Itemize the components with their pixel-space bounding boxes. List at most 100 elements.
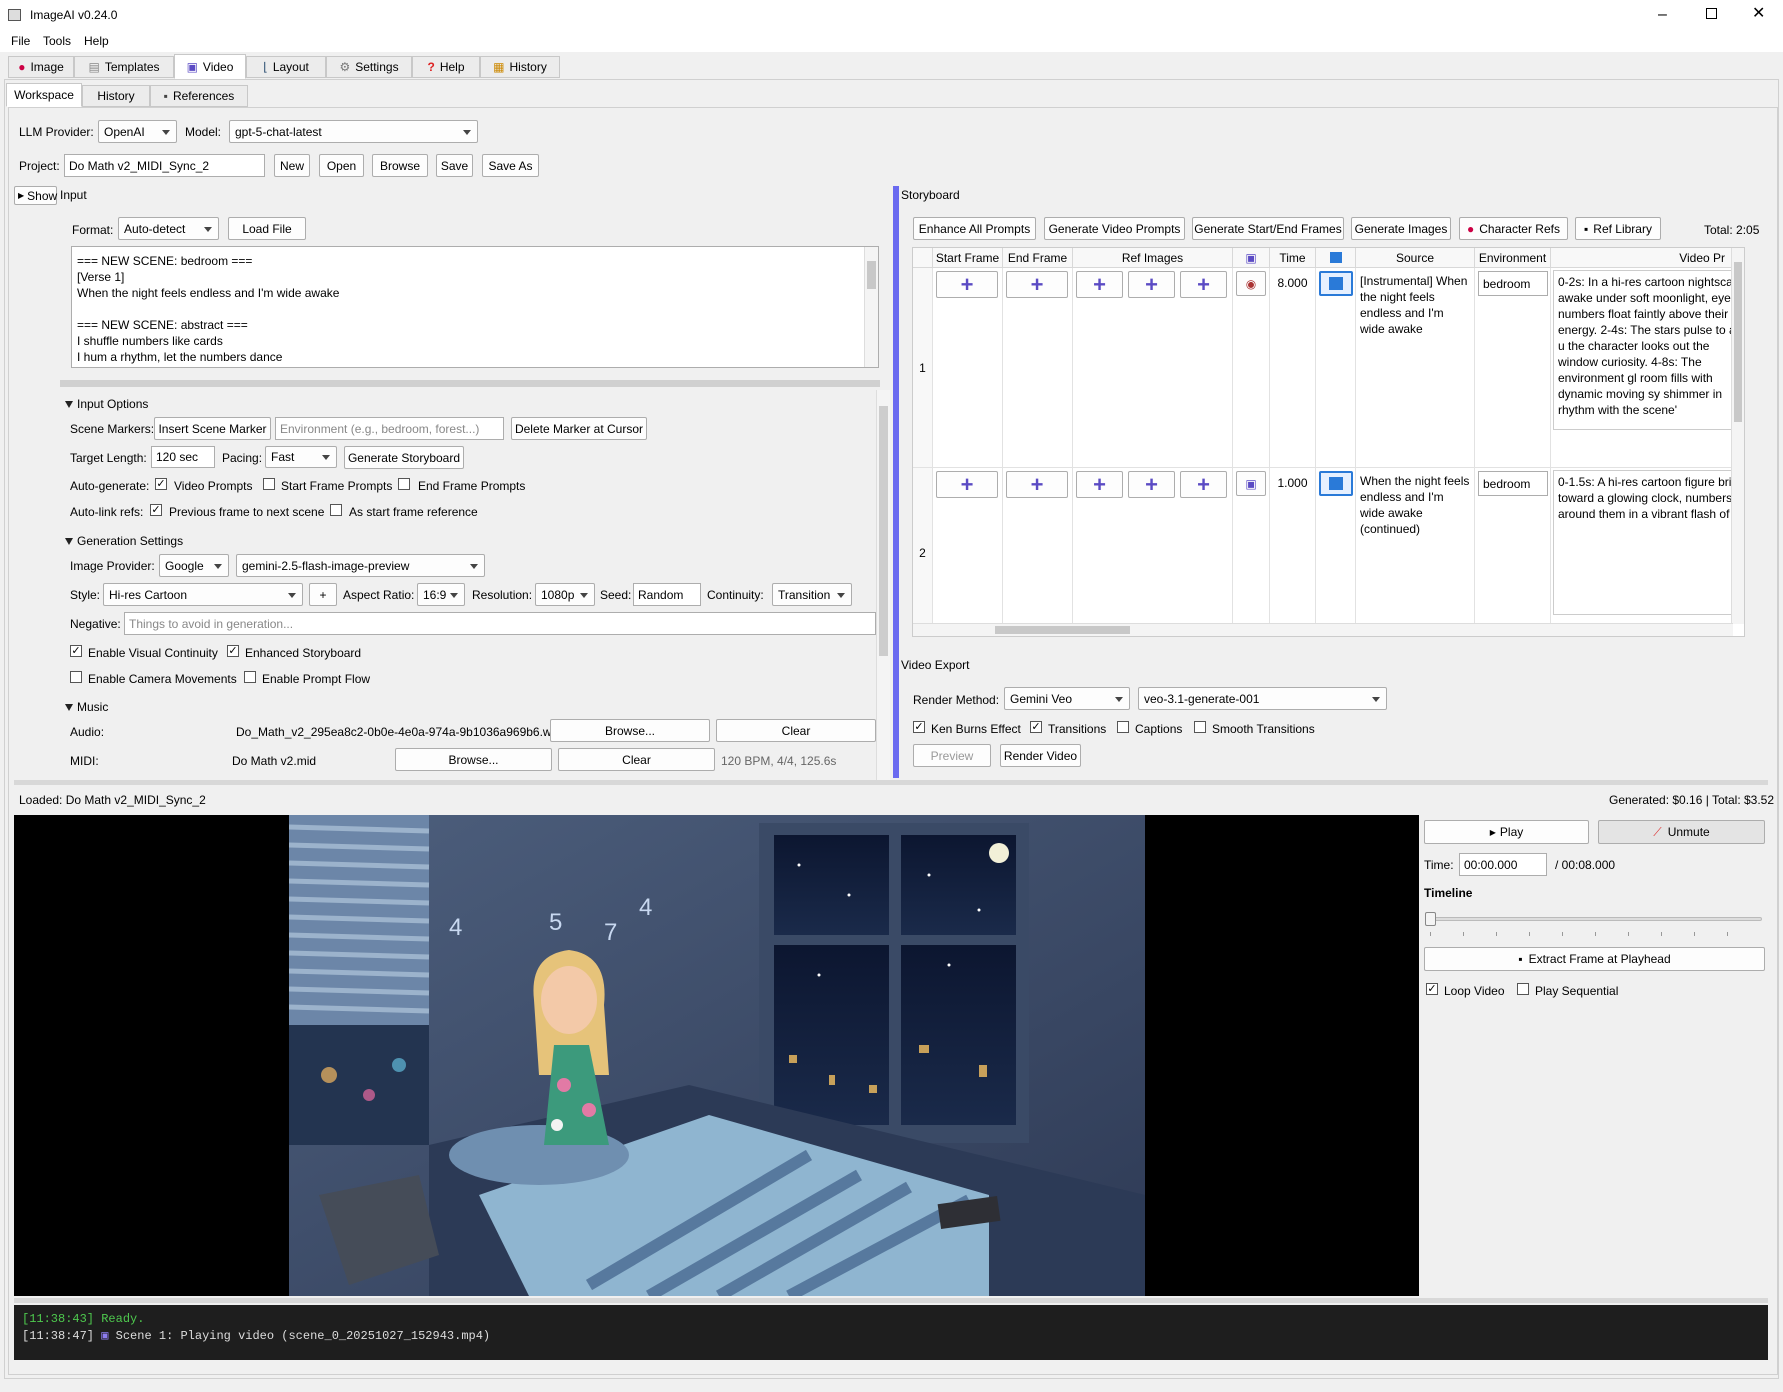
- enhanced-storyboard-checkbox[interactable]: ✓: [227, 645, 239, 657]
- ref-library-button[interactable]: ▪ Ref Library: [1575, 217, 1661, 240]
- pacing-select[interactable]: Fast: [265, 446, 337, 468]
- table-row-source[interactable]: When the night feels endless and I'm wid…: [1356, 468, 1475, 636]
- add-ref-image-button[interactable]: +: [1076, 471, 1123, 498]
- column-header-start-frame[interactable]: Start Frame: [933, 248, 1003, 268]
- tab-templates[interactable]: ▤ Templates: [74, 56, 174, 78]
- add-ref-image-button[interactable]: +: [1180, 471, 1227, 498]
- tab-layout[interactable]: ⌊ Layout: [246, 56, 326, 78]
- table-vscrollbar[interactable]: [1731, 248, 1744, 624]
- tab-video[interactable]: ▣ Video: [174, 54, 246, 79]
- insert-scene-marker-button[interactable]: Insert Scene Marker: [154, 417, 271, 440]
- column-header-environment[interactable]: Environment: [1475, 248, 1551, 268]
- delete-marker-button[interactable]: Delete Marker at Cursor: [511, 417, 647, 440]
- menu-file[interactable]: File: [11, 34, 30, 48]
- music-header[interactable]: Music: [65, 700, 108, 714]
- llm-provider-select[interactable]: OpenAI: [98, 120, 177, 143]
- tab-help[interactable]: ? Help: [412, 56, 480, 78]
- column-header-video-prompt[interactable]: Video Pr: [1551, 248, 1744, 268]
- play-button[interactable]: ▶ Play: [1424, 820, 1589, 844]
- add-start-frame-button[interactable]: +: [936, 471, 998, 498]
- as-start-ref-checkbox[interactable]: [330, 504, 342, 516]
- visual-continuity-checkbox[interactable]: ✓: [70, 645, 82, 657]
- maximize-icon[interactable]: [1706, 8, 1717, 19]
- captions-checkbox[interactable]: [1117, 721, 1129, 733]
- image-provider-select[interactable]: Google: [159, 554, 229, 577]
- resolution-select[interactable]: 1080p: [535, 583, 595, 606]
- subtab-workspace[interactable]: Workspace: [6, 83, 82, 107]
- format-select[interactable]: Auto-detect: [118, 217, 219, 240]
- column-header-media[interactable]: ▣: [1233, 248, 1270, 268]
- browse-project-button[interactable]: Browse: [372, 154, 428, 177]
- llm-model-select[interactable]: gpt-5-chat-latest: [229, 120, 478, 143]
- close-icon[interactable]: ✕: [1752, 3, 1765, 23]
- column-header-end-frame[interactable]: End Frame: [1003, 248, 1073, 268]
- clapper-icon[interactable]: ▣: [1236, 471, 1266, 496]
- column-header-link[interactable]: [1316, 248, 1356, 268]
- extract-frame-button[interactable]: ▪ Extract Frame at Playhead: [1424, 947, 1765, 971]
- timeline-handle[interactable]: [1425, 912, 1436, 926]
- style-select[interactable]: Hi-res Cartoon: [103, 583, 303, 606]
- environment-field[interactable]: bedroom: [1478, 271, 1548, 296]
- add-style-button[interactable]: +: [309, 583, 337, 606]
- link-icon[interactable]: [1319, 271, 1353, 296]
- menu-help[interactable]: Help: [84, 34, 109, 48]
- add-ref-image-button[interactable]: +: [1128, 271, 1175, 298]
- render-video-button[interactable]: Render Video: [1000, 744, 1081, 767]
- play-sequential-checkbox[interactable]: [1517, 983, 1529, 995]
- start-frame-prompts-checkbox[interactable]: [263, 478, 275, 490]
- table-hscrollbar[interactable]: [913, 623, 1733, 636]
- lyrics-text-area[interactable]: === NEW SCENE: bedroom === [Verse 1] Whe…: [71, 246, 879, 368]
- tab-image[interactable]: ● Image: [8, 56, 74, 78]
- video-prompts-checkbox[interactable]: ✓: [155, 478, 167, 490]
- subtab-references[interactable]: ▪ References: [150, 85, 248, 107]
- tab-settings[interactable]: ⚙ Settings: [326, 56, 412, 78]
- link-icon[interactable]: [1319, 471, 1353, 496]
- show-toggle-button[interactable]: ▶ Show: [14, 186, 57, 205]
- image-model-select[interactable]: gemini-2.5-flash-image-preview: [236, 554, 485, 577]
- smooth-transitions-checkbox[interactable]: [1194, 721, 1206, 733]
- generate-storyboard-button[interactable]: Generate Storyboard: [344, 446, 464, 469]
- audio-clear-button[interactable]: Clear: [716, 719, 876, 742]
- vertical-splitter[interactable]: [893, 186, 899, 778]
- midi-clear-button[interactable]: Clear: [558, 748, 715, 771]
- table-row-time[interactable]: 8.000: [1270, 268, 1316, 468]
- seed-spin[interactable]: Random: [633, 583, 701, 606]
- character-refs-button[interactable]: ● Character Refs: [1459, 217, 1568, 240]
- bottom-splitter[interactable]: [14, 1298, 1768, 1303]
- end-frame-prompts-checkbox[interactable]: [398, 478, 410, 490]
- options-scrollbar[interactable]: [876, 390, 890, 780]
- eye-icon[interactable]: ◉: [1236, 271, 1266, 296]
- generation-settings-header[interactable]: Generation Settings: [65, 534, 183, 548]
- transitions-checkbox[interactable]: ✓: [1030, 721, 1042, 733]
- preview-button[interactable]: Preview: [913, 744, 991, 767]
- generate-video-prompts-button[interactable]: Generate Video Prompts: [1044, 217, 1185, 240]
- video-prompt-text[interactable]: 0-1.5s: A hi-res cartoon figure brief to…: [1553, 470, 1744, 615]
- save-as-button[interactable]: Save As: [482, 154, 539, 177]
- ken-burns-checkbox[interactable]: ✓: [913, 721, 925, 733]
- tab-history[interactable]: ▦ History: [480, 56, 560, 78]
- generate-images-button[interactable]: Generate Images: [1351, 217, 1451, 240]
- unmute-button[interactable]: ⟋ Unmute: [1598, 820, 1765, 844]
- prompt-flow-checkbox[interactable]: [244, 671, 256, 683]
- add-ref-image-button[interactable]: +: [1076, 271, 1123, 298]
- add-start-frame-button[interactable]: +: [936, 271, 998, 298]
- video-prompt-text[interactable]: 0-2s: In a hi-res cartoon nightscape awa…: [1553, 270, 1744, 430]
- splitter-handle[interactable]: [60, 380, 880, 387]
- save-project-button[interactable]: Save: [436, 154, 473, 177]
- continuity-select[interactable]: Transition: [772, 583, 852, 606]
- subtab-history[interactable]: History: [82, 85, 150, 107]
- target-length-spin[interactable]: 120 sec: [151, 446, 215, 468]
- timeline-track[interactable]: [1428, 917, 1762, 921]
- environment-input[interactable]: Environment (e.g., bedroom, forest...): [275, 417, 504, 440]
- generate-start-end-frames-button[interactable]: Generate Start/End Frames: [1192, 217, 1344, 240]
- midi-browse-button[interactable]: Browse...: [395, 748, 552, 771]
- camera-movements-checkbox[interactable]: [70, 671, 82, 683]
- prev-frame-checkbox[interactable]: ✓: [150, 504, 162, 516]
- column-header-ref-images[interactable]: Ref Images: [1073, 248, 1233, 268]
- load-file-button[interactable]: Load File: [228, 217, 306, 240]
- table-row-source[interactable]: [Instrumental] When the night feels endl…: [1356, 268, 1475, 468]
- new-project-button[interactable]: New: [274, 154, 310, 177]
- loop-video-checkbox[interactable]: ✓: [1426, 983, 1438, 995]
- input-options-header[interactable]: Input Options: [65, 397, 148, 411]
- menu-tools[interactable]: Tools: [43, 34, 71, 48]
